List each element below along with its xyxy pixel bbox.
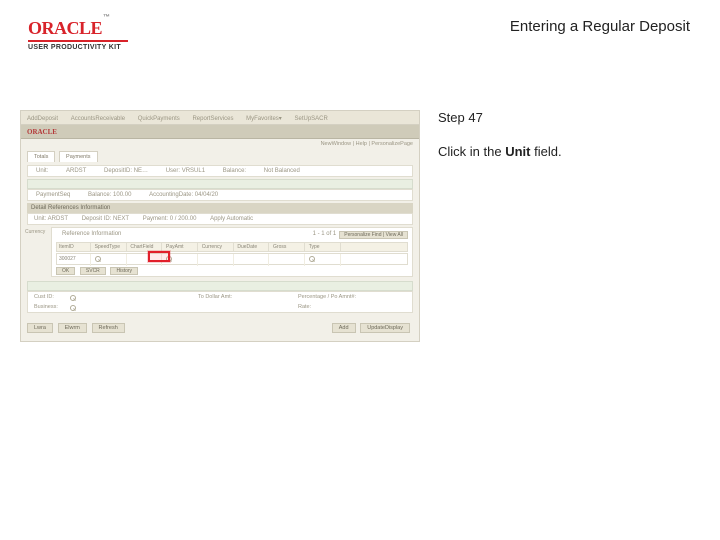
topbar-item: MyFavorites▾ [240, 111, 287, 122]
step-instruction: Click in the Unit field. [438, 143, 688, 161]
cell-itemid: 300027 [57, 254, 91, 266]
col-hdr: Type [307, 243, 341, 251]
topbar-item: QuickPayments [132, 112, 185, 122]
brand-name-text: ORACLE [28, 18, 102, 38]
topbar-item: AddDeposit [21, 112, 63, 122]
btn-ok: OK [56, 267, 75, 275]
cell [200, 254, 234, 266]
step-number: Step 47 [438, 110, 688, 125]
col-hdr: Currency [200, 243, 234, 251]
footer-btn: Refresh [92, 323, 125, 333]
col-hdr: PayAmt [164, 243, 198, 251]
shot-brandbar: ORACLE [21, 125, 419, 139]
ref-label: Cust ID: [34, 294, 54, 300]
shot-left-label: Currency [25, 229, 49, 239]
shot-ref-fields: Cust ID: Business: To Dollar Amt: Percen… [27, 291, 413, 313]
cell [307, 254, 341, 266]
screenshot-thumbnail: AddDeposit AccountsReceivable QuickPayme… [20, 110, 420, 342]
tab-payments: Payments [59, 151, 97, 162]
summary-field: Unit: [28, 166, 56, 176]
shot-topbar: AddDeposit AccountsReceivable QuickPayme… [21, 111, 419, 125]
btn-svcr: SVCR [80, 267, 106, 275]
shot-section-payment-info [27, 179, 413, 189]
grid-header-row: ItemID SpeedType ChartField PayAmt Curre… [56, 242, 408, 252]
shot-section-ref-info [27, 281, 413, 291]
shot-summary-row: Unit: ARDST DepositID: NE… User: VRSUL1 … [27, 165, 413, 177]
cell [93, 254, 127, 266]
shot-footer: Lwra Elwrm Refresh Add UpdateDisplay [27, 323, 413, 337]
payment-field: Balance: 100.00 [80, 190, 139, 200]
summary-field: User: VRSUL1 [158, 166, 213, 176]
oracle-brand: ORACLE™ USER PRODUCTIVITY KIT [28, 18, 128, 51]
footer-btn-add: Add [332, 323, 356, 333]
search-icon [70, 295, 76, 301]
search-icon [309, 256, 315, 262]
payment-field: AccountingDate: 04/04/20 [141, 190, 226, 200]
footer-btn: Lwra [27, 323, 53, 333]
detail-field: Unit: ARDST [28, 214, 74, 224]
footer-btn-update: UpdateDisplay [360, 323, 410, 333]
topbar-item: ReportServices [186, 112, 238, 122]
grid-data-row: 300027 [56, 253, 408, 265]
ref-label: Rate: [298, 304, 311, 310]
ref-label: Percentage / Po Amnt#: [298, 294, 356, 300]
topbar-item: AccountsReceivable [65, 112, 130, 122]
cell [271, 254, 305, 266]
shot-detail-fields: Unit: ARDST Deposit ID: NEXT Payment: 0 … [27, 213, 413, 225]
detail-field: Deposit ID: NEXT [76, 214, 135, 224]
summary-field: ARDST [58, 166, 94, 176]
search-icon [95, 256, 101, 262]
summary-field: Not Balanced [256, 166, 308, 176]
summary-field: DepositID: NE… [96, 166, 156, 176]
brand-tm: ™ [103, 14, 110, 21]
shot-detail-ref-bar: Detail References Information [27, 203, 413, 213]
shot-payment-fields: PaymentSeq Balance: 100.00 AccountingDat… [27, 189, 413, 201]
search-icon [70, 305, 76, 311]
page-title: Entering a Regular Deposit [510, 18, 690, 35]
shot-grid-panel: Reference Information Personalize Find |… [51, 227, 413, 277]
grid-buttons: OK SVCR History [56, 267, 408, 277]
ref-label: To Dollar Amt: [198, 294, 232, 300]
unit-field-highlight[interactable] [148, 251, 170, 262]
grid-personalize: Personalize Find | View All [339, 231, 408, 239]
topbar-item: SetUpSACR [288, 112, 332, 122]
grid-title: Reference Information [56, 230, 127, 238]
grid-toolbar: Reference Information Personalize Find |… [56, 230, 408, 240]
grid-count: 1 - 1 of 1 [310, 230, 340, 238]
payment-field: PaymentSeq [28, 190, 78, 200]
col-hdr: ChartField [128, 243, 162, 251]
ref-label: Business: [34, 304, 58, 310]
cell [235, 254, 269, 266]
col-hdr: Gross [271, 243, 305, 251]
instr-pre: Click in the [438, 144, 505, 159]
instr-post: field. [530, 144, 561, 159]
detail-field: Apply Automatic [204, 214, 259, 224]
summary-field: Balance: [215, 166, 254, 176]
instr-field-name: Unit [505, 144, 530, 159]
shot-oracle-logo: ORACLE [21, 125, 419, 136]
brand-divider [28, 40, 128, 42]
col-hdr: SpeedType [93, 243, 127, 251]
tab-totals: Totals [27, 151, 55, 162]
shot-tabs: Totals Payments [27, 151, 413, 163]
footer-btn: Elwrm [58, 323, 87, 333]
brand-subtitle: USER PRODUCTIVITY KIT [28, 44, 128, 51]
detail-field: Payment: 0 / 200.00 [137, 214, 203, 224]
oracle-logo: ORACLE™ [28, 18, 128, 39]
btn-history: History [110, 267, 138, 275]
col-hdr: ItemID [57, 243, 91, 251]
col-hdr: DueDate [235, 243, 269, 251]
shot-util-links: NewWindow | Help | PersonalizePage [321, 141, 413, 147]
